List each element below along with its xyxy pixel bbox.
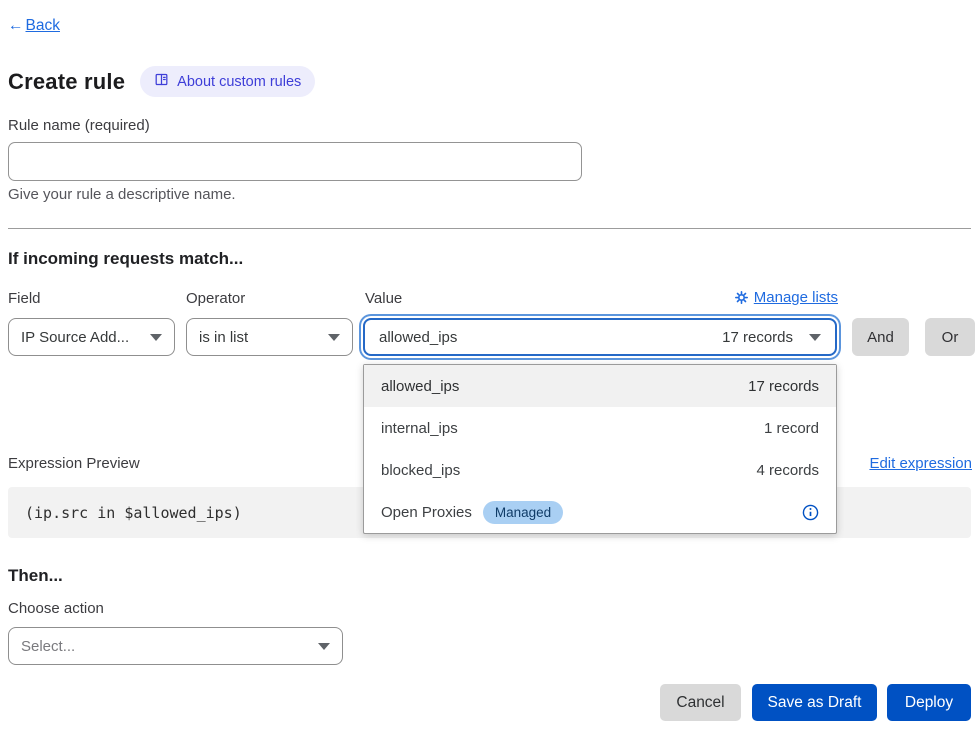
deploy-button[interactable]: Deploy [887, 684, 971, 721]
list-name: allowed_ips [381, 378, 459, 395]
value-dropdown-panel: allowed_ips 17 records internal_ips 1 re… [363, 364, 837, 534]
chevron-down-icon [809, 334, 821, 341]
list-name: Open Proxies [381, 504, 472, 521]
about-custom-rules-link[interactable]: About custom rules [140, 66, 315, 97]
back-arrow-icon: ← [8, 17, 24, 35]
value-select-value: allowed_ips [379, 329, 457, 346]
dropdown-option-blocked-ips[interactable]: blocked_ips 4 records [364, 449, 836, 491]
value-select[interactable]: allowed_ips 17 records [363, 318, 837, 356]
rule-name-input[interactable] [8, 142, 582, 181]
expression-code: (ip.src in $allowed_ips) [8, 504, 242, 522]
field-label: Field [8, 290, 41, 307]
operator-select-value: is in list [199, 329, 248, 346]
choose-action-label: Choose action [8, 600, 104, 617]
value-select-record-count: 17 records [722, 329, 793, 346]
section-divider [8, 228, 971, 229]
value-label: Value [365, 290, 402, 307]
managed-badge: Managed [483, 501, 563, 524]
dropdown-option-open-proxies[interactable]: Open Proxies Managed [364, 491, 836, 533]
action-select-placeholder: Select... [21, 638, 75, 655]
save-as-draft-button[interactable]: Save as Draft [752, 684, 877, 721]
list-name: internal_ips [381, 420, 458, 437]
back-link[interactable]: ←Back [8, 17, 60, 35]
list-record-count: 1 record [764, 420, 819, 437]
rule-name-helper-text: Give your rule a descriptive name. [8, 186, 236, 203]
and-button[interactable]: And [852, 318, 909, 356]
gear-icon [735, 291, 748, 304]
edit-expression-link[interactable]: Edit expression [869, 455, 972, 472]
or-button[interactable]: Or [925, 318, 975, 356]
match-section-heading: If incoming requests match... [8, 249, 243, 269]
chevron-down-icon [150, 334, 162, 341]
chevron-down-icon [328, 334, 340, 341]
manage-lists-label: Manage lists [754, 289, 838, 306]
page-title: Create rule [8, 69, 125, 95]
back-link-label: Back [26, 17, 60, 35]
title-row: Create rule About custom rules [8, 66, 315, 97]
info-icon[interactable] [802, 504, 819, 521]
dropdown-option-allowed-ips[interactable]: allowed_ips 17 records [364, 365, 836, 407]
book-icon [154, 72, 169, 91]
list-record-count: 4 records [756, 462, 819, 479]
action-select[interactable]: Select... [8, 627, 343, 665]
operator-label: Operator [186, 290, 245, 307]
manage-lists-link[interactable]: Manage lists [735, 289, 838, 306]
create-rule-page: ←Back Create rule About custom rules Rul… [0, 0, 979, 739]
field-select-value: IP Source Add... [21, 329, 129, 346]
cancel-button[interactable]: Cancel [660, 684, 741, 721]
then-section-heading: Then... [8, 566, 63, 586]
rule-name-label: Rule name (required) [8, 117, 150, 134]
field-select[interactable]: IP Source Add... [8, 318, 175, 356]
operator-select[interactable]: is in list [186, 318, 353, 356]
list-name: blocked_ips [381, 462, 460, 479]
about-badge-label: About custom rules [177, 74, 301, 90]
dropdown-option-internal-ips[interactable]: internal_ips 1 record [364, 407, 836, 449]
list-record-count: 17 records [748, 378, 819, 395]
chevron-down-icon [318, 643, 330, 650]
expression-preview-label: Expression Preview [8, 455, 140, 472]
